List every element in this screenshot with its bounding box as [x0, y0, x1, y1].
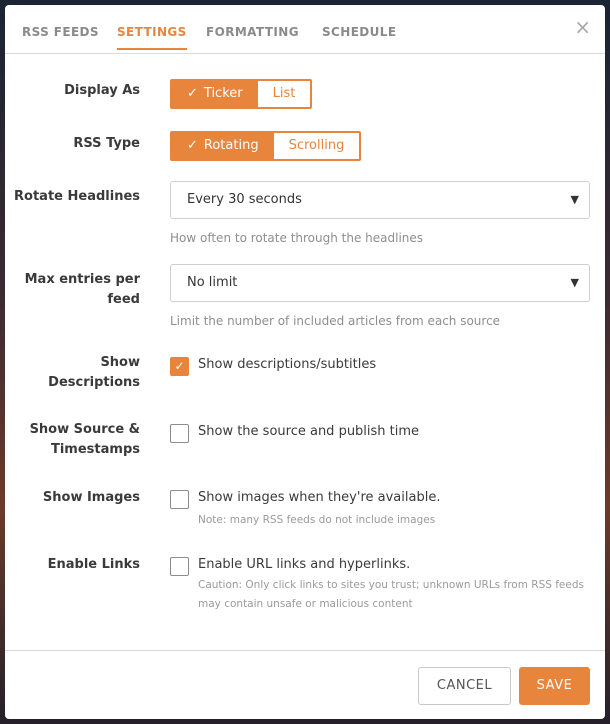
rss-type-label: RSS Type	[73, 136, 140, 151]
display-as-list-button[interactable]: List	[257, 81, 311, 107]
enable-links-checkbox[interactable]	[170, 557, 189, 576]
rotate-headlines-label: Rotate Headlines	[14, 189, 140, 204]
modal-footer: CANCEL SAVE	[5, 650, 605, 719]
enable-links-label: Enable Links	[47, 557, 140, 572]
enable-links-note: Caution: Only click links to sites you t…	[198, 579, 584, 610]
tab-bar: RSS FEEDS SETTINGS FORMATTING SCHEDULE ×	[5, 5, 605, 54]
show-descriptions-checkbox[interactable]: ✓	[170, 357, 189, 376]
show-source-text[interactable]: Show the source and publish time	[198, 424, 419, 439]
max-entries-select[interactable]: No limit ▼	[170, 264, 590, 302]
max-entries-label: Max entries per feed	[24, 272, 140, 307]
display-as-toggle: ✓ Ticker List	[170, 79, 313, 109]
rotate-headlines-help: How often to rotate through the headline…	[170, 231, 424, 245]
rotate-headlines-select[interactable]: Every 30 seconds ▼	[170, 181, 590, 219]
enable-links-text[interactable]: Enable URL links and hyperlinks.	[198, 557, 410, 572]
check-icon: ✓	[187, 138, 198, 153]
display-as-ticker-button[interactable]: ✓ Ticker	[172, 81, 258, 107]
tab-schedule[interactable]: SCHEDULE	[322, 25, 396, 39]
cancel-button[interactable]: CANCEL	[418, 667, 511, 705]
rotate-headlines-value: Every 30 seconds	[187, 192, 302, 207]
tab-formatting[interactable]: FORMATTING	[206, 25, 299, 39]
show-source-label: Show Source & Timestamps	[29, 422, 140, 457]
check-icon: ✓	[187, 86, 198, 101]
rss-type-scrolling-button[interactable]: Scrolling	[273, 133, 360, 159]
close-icon[interactable]: ×	[574, 15, 591, 39]
max-entries-help: Limit the number of included articles fr…	[170, 314, 501, 328]
rss-type-toggle: ✓ Rotating Scrolling	[170, 131, 362, 161]
check-icon: ✓	[174, 359, 185, 373]
max-entries-value: No limit	[187, 275, 238, 290]
tab-settings[interactable]: SETTINGS	[117, 25, 187, 50]
save-button[interactable]: SAVE	[519, 667, 590, 705]
show-descriptions-text[interactable]: Show descriptions/subtitles	[198, 357, 376, 372]
chevron-down-icon: ▼	[570, 193, 579, 206]
show-images-text[interactable]: Show images when they're available.	[198, 490, 440, 505]
display-as-label: Display As	[64, 83, 140, 98]
settings-modal: RSS FEEDS SETTINGS FORMATTING SCHEDULE ×…	[5, 5, 605, 719]
show-images-note: Note: many RSS feeds do not include imag…	[198, 514, 436, 526]
show-descriptions-label: Show Descriptions	[48, 355, 140, 390]
rss-type-rotating-button[interactable]: ✓ Rotating	[172, 133, 274, 159]
show-source-checkbox[interactable]	[170, 424, 189, 443]
chevron-down-icon: ▼	[570, 276, 579, 289]
show-images-checkbox[interactable]	[170, 490, 189, 509]
show-images-label: Show Images	[42, 490, 140, 505]
tab-rss-feeds[interactable]: RSS FEEDS	[22, 25, 99, 39]
